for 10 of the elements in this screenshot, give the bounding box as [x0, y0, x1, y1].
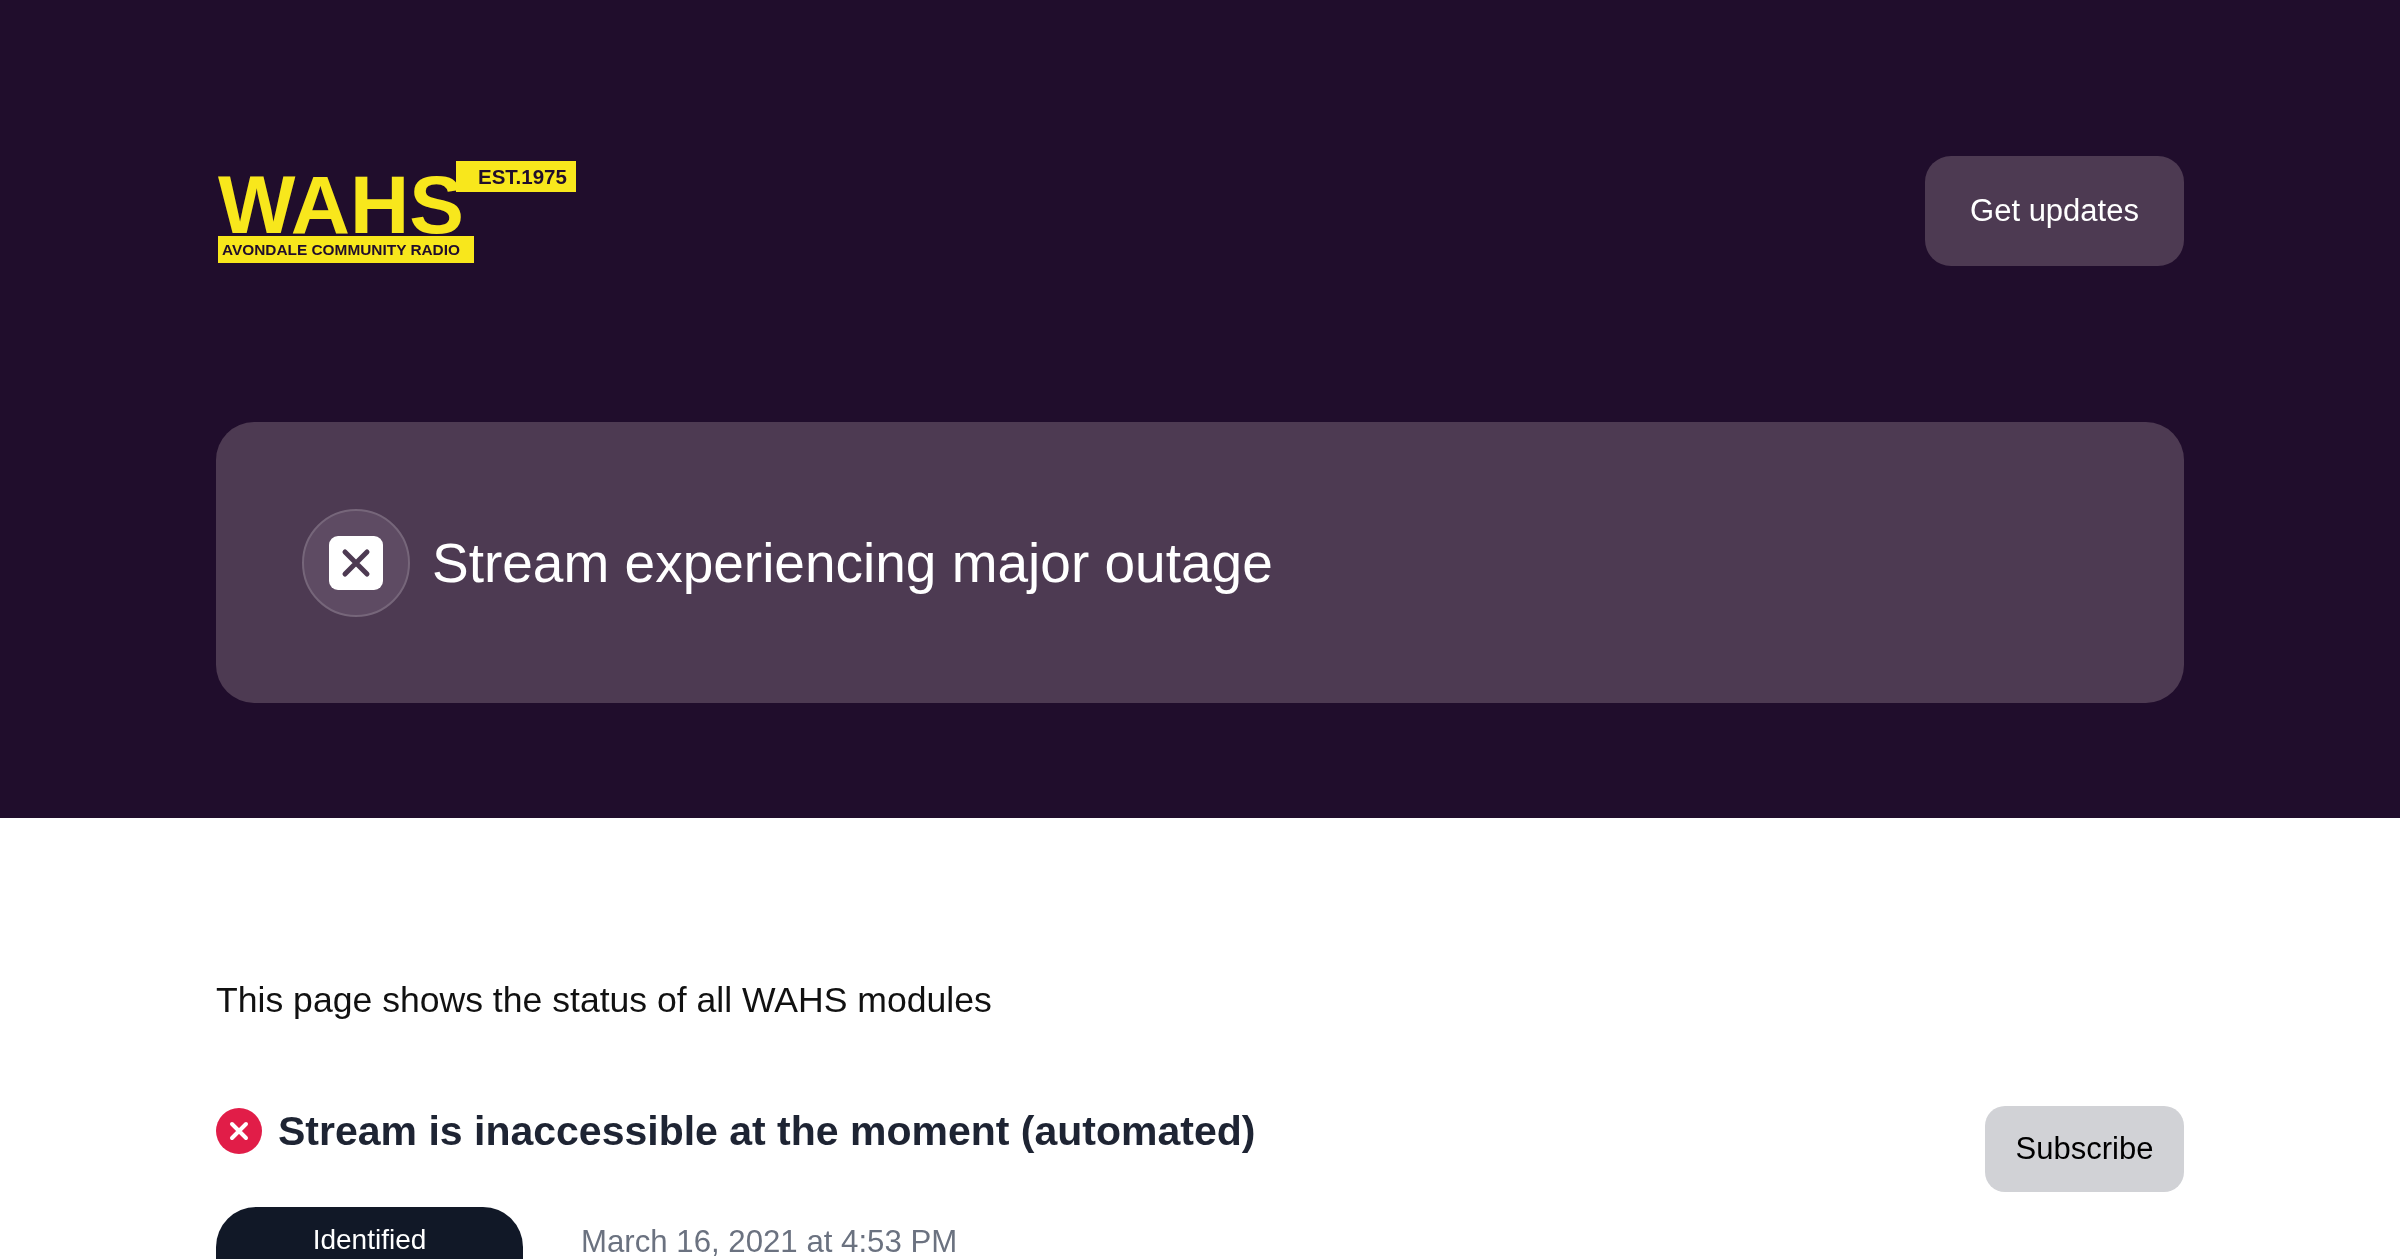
- logo-year: EST.1975: [478, 165, 567, 188]
- status-title: Stream experiencing major outage: [432, 530, 1273, 596]
- subscribe-button[interactable]: Subscribe: [1985, 1106, 2184, 1192]
- get-updates-button[interactable]: Get updates: [1925, 156, 2184, 266]
- incident-title: Stream is inaccessible at the moment (automated): [278, 1107, 1256, 1156]
- x-circle-icon: [216, 1108, 262, 1154]
- logo-tagline: AVONDALE COMMUNITY RADIO: [222, 241, 460, 258]
- status-pill: Identified: [216, 1207, 523, 1259]
- intro-text: This page shows the status of all WAHS modules: [216, 979, 993, 1022]
- incident-time: March 16, 2021 at 4:53 PM: [581, 1223, 958, 1259]
